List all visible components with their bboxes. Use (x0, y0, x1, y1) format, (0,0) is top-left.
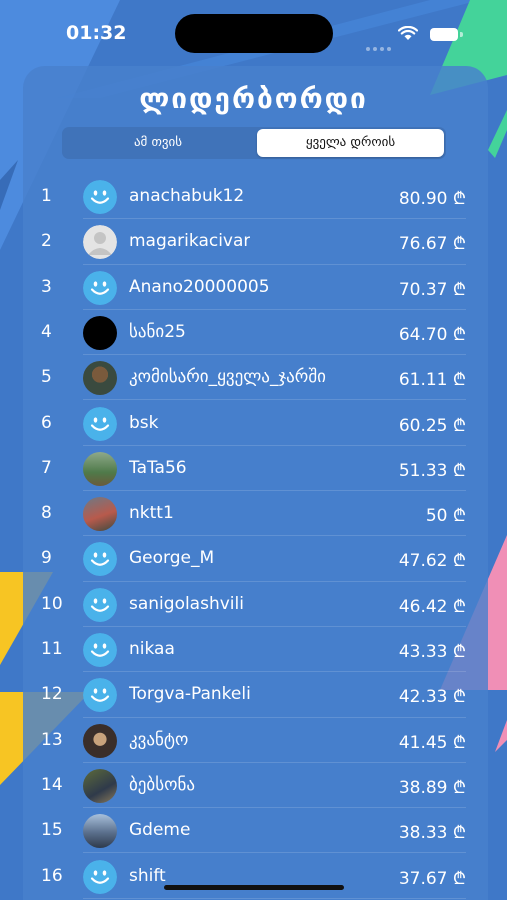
username: Torgva-Pankeli (129, 684, 251, 705)
username: bsk (129, 412, 159, 433)
score-value: 46.42 ₾ (398, 596, 466, 617)
user-photo-avatar (83, 723, 117, 758)
leaderboard-row[interactable]: 12 Torgva-Pankeli 42.33 ₾ (0, 672, 507, 718)
rank-number: 13 (41, 729, 63, 750)
leaderboard-row[interactable]: 14 ბებსონა 38.89 ₾ (0, 763, 507, 809)
default-person-avatar (83, 225, 117, 260)
leaderboard-row[interactable]: 3 Anano20000005 70.37 ₾ (0, 265, 507, 310)
leaderboard-row[interactable]: 2 magarikacivar 76.67 ₾ (0, 219, 507, 265)
leaderboard-row[interactable]: 4 სანი25 64.70 ₾ (0, 310, 507, 356)
leaderboard-row[interactable]: 13 კვანტო 41.45 ₾ (0, 718, 507, 763)
smiley-icon (83, 270, 117, 305)
score-value: 38.33 ₾ (398, 823, 466, 844)
score-value: 80.90 ₾ (398, 189, 466, 209)
rank-number: 1 (41, 186, 52, 206)
battery-icon (430, 28, 458, 41)
rank-number: 14 (41, 774, 63, 795)
leaderboard-row[interactable]: 1 anachabuk12 80.90 ₾ (0, 174, 507, 220)
smiley-icon (83, 542, 117, 577)
leaderboard-row[interactable]: 6 bsk 60.25 ₾ (0, 401, 507, 446)
leaderboard-row[interactable]: 7 TaTa56 51.33 ₾ (0, 446, 507, 492)
user-photo-avatar (83, 497, 117, 532)
score-value: 47.62 ₾ (398, 551, 466, 572)
rank-number: 5 (41, 367, 52, 388)
rank-number: 6 (41, 412, 52, 433)
username: shift (129, 865, 166, 886)
dynamic-island (175, 14, 333, 53)
bg-green-sliver (488, 110, 507, 158)
smiley-icon (83, 633, 117, 667)
smiley-icon (83, 678, 117, 713)
username: კვანტო (129, 729, 189, 750)
user-photo-avatar (83, 451, 117, 486)
leaderboard-row[interactable]: 10 sanigolashvili 46.42 ₾ (0, 582, 507, 627)
status-bar: 01:32 (0, 0, 507, 68)
score-value: 37.67 ₾ (398, 868, 466, 889)
smiley-icon (83, 180, 117, 214)
rank-number: 3 (41, 276, 52, 297)
username: sanigolashvili (129, 593, 244, 614)
rank-number: 4 (41, 321, 52, 342)
score-value: 64.70 ₾ (398, 324, 466, 345)
rank-number: 2 (41, 231, 52, 252)
leaderboard-row[interactable]: 8 nktt1 50 ₾ (0, 491, 507, 537)
score-value: 70.37 ₾ (398, 279, 466, 300)
wifi-icon (398, 26, 418, 40)
score-value: 76.67 ₾ (398, 234, 466, 255)
username: nikaa (129, 639, 175, 659)
status-time: 01:32 (66, 22, 127, 44)
score-value: 61.11 ₾ (398, 370, 466, 391)
rank-number: 8 (41, 503, 52, 524)
username: magarikacivar (129, 231, 251, 252)
username: კომისარი_ყველა_ჯარში (129, 367, 326, 388)
username: nktt1 (129, 503, 174, 524)
black-circle-avatar (83, 315, 117, 350)
user-photo-avatar (83, 361, 117, 396)
username: სანი25 (129, 321, 186, 342)
leaderboard-row[interactable]: 15 Gdeme 38.33 ₾ (0, 808, 507, 854)
rank-number: 10 (41, 593, 63, 614)
leaderboard-row[interactable]: 16 shift 37.67 ₾ (0, 854, 507, 899)
username: Gdeme (129, 820, 191, 841)
rank-number: 12 (41, 684, 63, 705)
leaderboard-row[interactable]: 11 nikaa 43.33 ₾ (0, 627, 507, 673)
score-value: 38.89 ₾ (398, 777, 466, 798)
tab-this-month[interactable]: ამ თვის (62, 129, 254, 157)
username: George_M (129, 548, 215, 569)
score-value: 51.33 ₾ (398, 460, 466, 481)
username: anachabuk12 (129, 186, 245, 206)
cellular-signal-icon (366, 36, 394, 55)
score-value: 41.45 ₾ (398, 732, 466, 753)
row-divider (83, 897, 466, 899)
leaderboard-row[interactable]: 5 კომისარი_ყველა_ჯარში 61.11 ₾ (0, 355, 507, 401)
smiley-icon (83, 406, 117, 441)
tab-all-time[interactable]: ყველა დროის (257, 129, 444, 157)
score-value: 50 ₾ (425, 506, 466, 527)
smiley-icon (83, 587, 117, 622)
home-indicator (164, 885, 344, 890)
username: Anano20000005 (129, 276, 270, 297)
rank-number: 11 (41, 639, 63, 659)
period-segmented-control: ამ თვის ყველა დროის (62, 127, 446, 159)
battery-tip (460, 32, 463, 37)
score-value: 60.25 ₾ (398, 415, 466, 436)
score-value: 43.33 ₾ (398, 642, 466, 662)
rank-number: 15 (41, 820, 63, 841)
rank-number: 7 (41, 457, 52, 478)
smiley-icon (83, 859, 117, 894)
user-photo-avatar (83, 814, 117, 849)
score-value: 42.33 ₾ (398, 687, 466, 708)
username: ბებსონა (129, 774, 195, 795)
rank-number: 16 (41, 865, 63, 886)
rank-number: 9 (41, 548, 52, 569)
username: TaTa56 (129, 457, 187, 478)
user-photo-avatar (83, 768, 117, 803)
leaderboard-row[interactable]: 9 George_M 47.62 ₾ (0, 536, 507, 582)
page-title: ლიდერბორდი (139, 82, 368, 115)
